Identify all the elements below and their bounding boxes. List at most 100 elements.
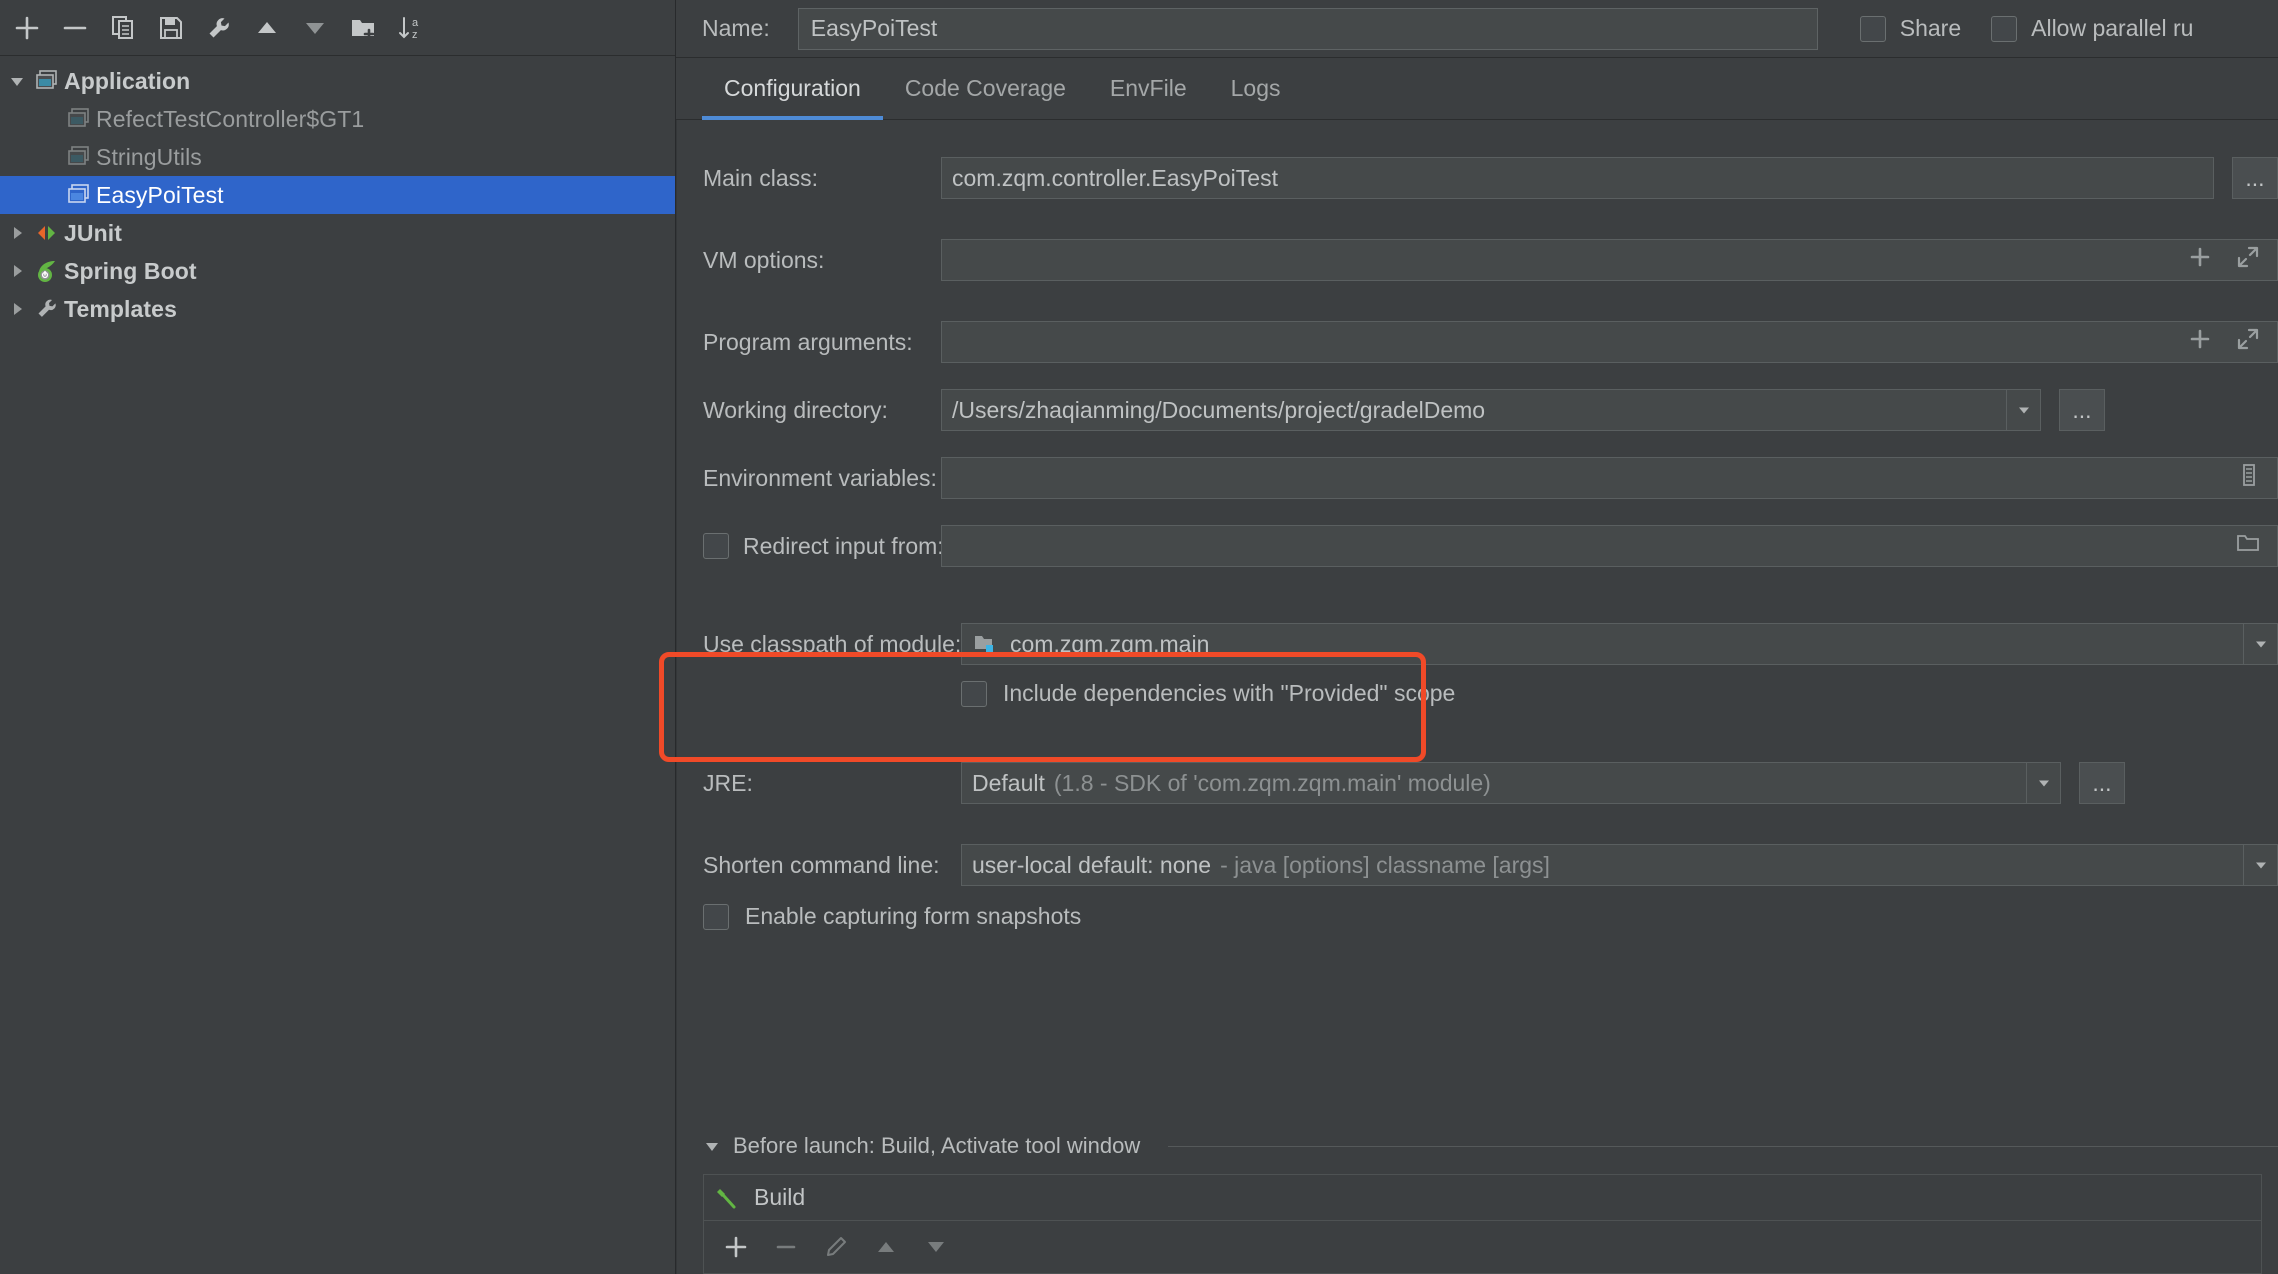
expand-editor-icon[interactable] bbox=[2235, 326, 2261, 358]
tree-item-label: JUnit bbox=[64, 219, 122, 246]
tree-item-label: Spring Boot bbox=[64, 257, 197, 284]
tree-item-junit[interactable]: JUnit bbox=[0, 214, 675, 252]
environment-variables-input[interactable] bbox=[941, 457, 2278, 499]
folder-browse-icon[interactable] bbox=[2235, 530, 2261, 562]
checkbox-box[interactable] bbox=[1991, 15, 2018, 42]
tree-item-spring-boot[interactable]: Spring Boot bbox=[0, 252, 675, 290]
save-icon[interactable] bbox=[148, 5, 194, 51]
remove-icon[interactable] bbox=[52, 5, 98, 51]
tab-code-coverage[interactable]: Code Coverage bbox=[883, 58, 1088, 119]
move-up-icon[interactable] bbox=[244, 5, 290, 51]
tab-label: EnvFile bbox=[1109, 75, 1187, 101]
redirect-input-checkbox[interactable]: Redirect input from: bbox=[703, 532, 944, 560]
chevron-down-icon[interactable] bbox=[2006, 390, 2040, 430]
tab-label: Configuration bbox=[724, 75, 861, 101]
environment-variables-row: Environment variables: bbox=[677, 454, 2278, 502]
move-task-up-icon[interactable] bbox=[866, 1227, 906, 1267]
before-launch-header[interactable]: Before launch: Build, Activate tool wind… bbox=[677, 1126, 2278, 1166]
chevron-down-icon[interactable] bbox=[2243, 624, 2277, 664]
shorten-value-secondary: - java [options] classname [args] bbox=[1220, 851, 1550, 878]
chevron-down-icon[interactable] bbox=[4, 72, 30, 90]
vm-options-input[interactable] bbox=[941, 239, 2278, 281]
tree-item-refecttestcontroller[interactable]: RefectTestController$GT1 bbox=[0, 100, 675, 138]
run-config-icon bbox=[62, 106, 96, 132]
allow-parallel-run-label: Allow parallel ru bbox=[2031, 15, 2194, 41]
chevron-down-icon[interactable] bbox=[2026, 763, 2060, 803]
configuration-form: Main class: com.zqm.controller.EasyPoiTe… bbox=[677, 120, 2278, 930]
use-classpath-combo[interactable]: com.zqm.zqm.main bbox=[961, 623, 2278, 665]
use-classpath-label: Use classpath of module: bbox=[703, 630, 962, 657]
edit-task-icon[interactable] bbox=[816, 1227, 856, 1267]
sort-alpha-icon[interactable]: a z bbox=[388, 5, 434, 51]
add-macro-icon[interactable] bbox=[2187, 244, 2213, 276]
jre-label: JRE: bbox=[703, 769, 753, 796]
expand-editor-icon[interactable] bbox=[2235, 244, 2261, 276]
chevron-down-icon[interactable] bbox=[2243, 845, 2277, 885]
add-icon[interactable] bbox=[4, 5, 50, 51]
tab-label: Code Coverage bbox=[904, 75, 1066, 101]
vm-options-label: VM options: bbox=[703, 246, 825, 273]
tab-configuration[interactable]: Configuration bbox=[702, 58, 883, 120]
tree-item-easypoitest[interactable]: EasyPoiTest bbox=[0, 176, 675, 214]
redirect-input-field[interactable] bbox=[941, 525, 2278, 567]
tree-item-stringutils[interactable]: StringUtils bbox=[0, 138, 675, 176]
tab-envfile[interactable]: EnvFile bbox=[1088, 58, 1209, 119]
configurations-sidebar: a z Application RefectTestController$GT1… bbox=[0, 0, 676, 1274]
main-class-row: Main class: com.zqm.controller.EasyPoiTe… bbox=[677, 154, 2278, 202]
allow-parallel-run-checkbox[interactable]: Allow parallel ru bbox=[1991, 15, 2193, 42]
shorten-command-line-combo[interactable]: user-local default: none - java [options… bbox=[961, 844, 2278, 886]
tab-logs[interactable]: Logs bbox=[1209, 58, 1303, 119]
tree-item-label: Templates bbox=[64, 295, 177, 322]
new-folder-icon[interactable] bbox=[340, 5, 386, 51]
use-classpath-value: com.zqm.zqm.main bbox=[1010, 630, 1210, 657]
run-debug-configurations-dialog: a z Application RefectTestController$GT1… bbox=[0, 0, 2278, 1274]
name-input[interactable]: EasyPoiTest bbox=[797, 7, 1818, 50]
add-macro-icon[interactable] bbox=[2187, 326, 2213, 358]
chevron-down-icon[interactable] bbox=[703, 1137, 721, 1155]
wrench-icon[interactable] bbox=[196, 5, 242, 51]
include-dependencies-checkbox[interactable]: Include dependencies with "Provided" sco… bbox=[677, 680, 2278, 707]
move-task-down-icon[interactable] bbox=[916, 1227, 956, 1267]
chevron-right-icon[interactable] bbox=[4, 300, 30, 318]
program-arguments-input[interactable] bbox=[941, 321, 2278, 363]
share-options: Share Allow parallel ru bbox=[1859, 15, 2193, 42]
chevron-right-icon[interactable] bbox=[4, 262, 30, 280]
working-directory-input[interactable]: /Users/zhaqianming/Documents/project/gra… bbox=[941, 389, 2041, 431]
tree-item-application[interactable]: Application bbox=[0, 62, 675, 100]
enable-capturing-checkbox[interactable]: Enable capturing form snapshots bbox=[677, 903, 2278, 930]
checkbox-box[interactable] bbox=[703, 533, 729, 559]
redirect-input-row: Redirect input from: bbox=[677, 522, 2278, 570]
tree-item-templates[interactable]: Templates bbox=[0, 290, 675, 328]
include-dependencies-label: Include dependencies with "Provided" sco… bbox=[1003, 680, 1456, 706]
add-task-icon[interactable] bbox=[716, 1227, 756, 1267]
jre-row: JRE: Default (1.8 - SDK of 'com.zqm.zqm.… bbox=[677, 759, 2278, 807]
redirect-input-label: Redirect input from: bbox=[743, 532, 944, 559]
jre-value-primary: Default bbox=[972, 769, 1045, 796]
copy-icon[interactable] bbox=[100, 5, 146, 51]
program-arguments-row: Program arguments: bbox=[677, 318, 2278, 366]
environment-variables-label: Environment variables: bbox=[703, 464, 937, 491]
application-icon bbox=[30, 68, 64, 94]
tab-label: Logs bbox=[1230, 75, 1281, 101]
use-classpath-of-module-row: Use classpath of module: com.zqm.zqm.mai… bbox=[677, 620, 2278, 668]
name-input-value: EasyPoiTest bbox=[810, 15, 938, 41]
checkbox-box[interactable] bbox=[703, 903, 729, 930]
svg-text:z: z bbox=[412, 29, 418, 41]
share-checkbox[interactable]: Share bbox=[1859, 15, 1962, 42]
share-label: Share bbox=[1899, 15, 1962, 41]
chevron-right-icon[interactable] bbox=[4, 224, 30, 242]
working-directory-browse-button[interactable]: ... bbox=[2059, 389, 2105, 431]
main-class-label: Main class: bbox=[703, 164, 819, 191]
jre-combo[interactable]: Default (1.8 - SDK of 'com.zqm.zqm.main'… bbox=[961, 762, 2061, 804]
remove-task-icon[interactable] bbox=[766, 1227, 806, 1267]
main-class-browse-button[interactable]: ... bbox=[2232, 157, 2278, 199]
checkbox-box[interactable] bbox=[961, 680, 987, 707]
move-down-icon[interactable] bbox=[292, 5, 338, 51]
configurations-tree[interactable]: Application RefectTestController$GT1 Str… bbox=[0, 56, 675, 1274]
before-launch-task-build[interactable]: Build bbox=[704, 1175, 2261, 1221]
checkbox-box[interactable] bbox=[1859, 15, 1886, 42]
edit-env-vars-icon[interactable] bbox=[2237, 462, 2261, 494]
editor-tabs: Configuration Code Coverage EnvFile Logs bbox=[676, 58, 2278, 120]
jre-browse-button[interactable]: ... bbox=[2079, 762, 2125, 804]
main-class-input[interactable]: com.zqm.controller.EasyPoiTest bbox=[941, 157, 2214, 199]
